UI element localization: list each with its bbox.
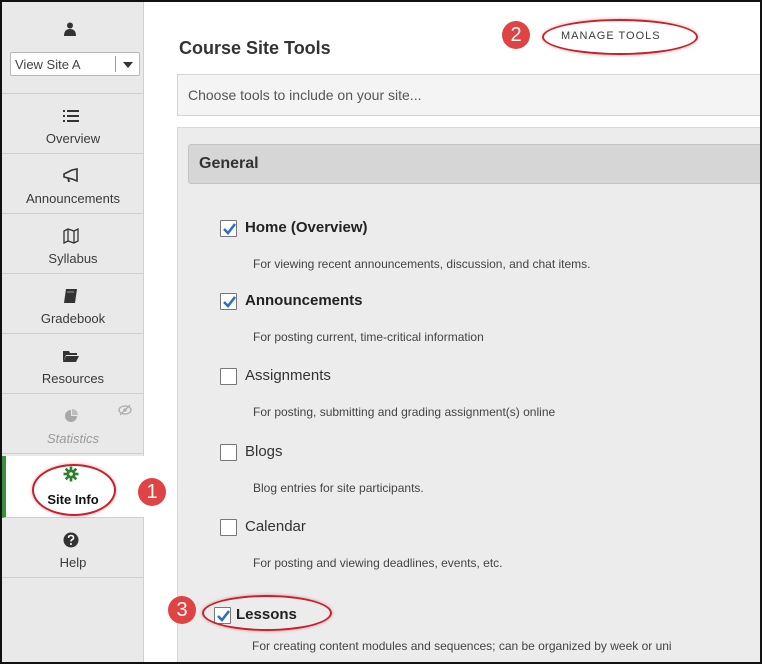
tool-description: For posting current, time-critical infor… xyxy=(253,330,484,344)
sidebar-item-gradebook[interactable]: Gradebook xyxy=(2,274,144,334)
tool-checkbox[interactable] xyxy=(220,444,237,461)
section-header: General xyxy=(188,144,760,184)
sidebar-item-site-info[interactable]: Site Info xyxy=(2,456,144,518)
tool-checkbox[interactable] xyxy=(214,607,231,624)
sidebar-item-label: Help xyxy=(59,555,87,570)
sidebar-item-resources[interactable]: Resources xyxy=(2,334,144,394)
sidebar-item-statistics[interactable]: Statistics xyxy=(2,394,144,454)
map-icon xyxy=(63,228,79,244)
gear-icon xyxy=(63,466,79,482)
sidebar-item-label: Site Info xyxy=(47,492,99,507)
sidebar-item-syllabus[interactable]: Syllabus xyxy=(2,214,144,274)
sidebar-item-label: Gradebook xyxy=(40,311,106,326)
sidebar-item-label: Syllabus xyxy=(48,251,98,266)
tool-checkbox[interactable] xyxy=(220,293,237,310)
tool-label: Announcements xyxy=(245,292,363,309)
question-icon xyxy=(63,532,79,548)
section-title: General xyxy=(199,155,259,172)
sidebar-item-label: Resources xyxy=(41,371,105,386)
page-title: Course Site Tools xyxy=(179,38,331,58)
tool-filter-prompt: Choose tools to include on your site... xyxy=(188,87,422,103)
site-select-divider xyxy=(115,56,116,72)
user-icon xyxy=(64,22,76,36)
tool-label: Assignments xyxy=(245,367,331,384)
megaphone-icon xyxy=(63,168,78,183)
sidebar-item-label: Overview xyxy=(45,131,101,146)
tool-label: Lessons xyxy=(236,606,297,623)
callout-badge: 2 xyxy=(502,21,530,49)
site-select-label: View Site A xyxy=(15,57,81,72)
callout-badge: 3 xyxy=(168,596,196,624)
tool-checkbox[interactable] xyxy=(220,220,237,237)
sidebar-item-label: Statistics xyxy=(46,431,99,446)
eye-slash-icon xyxy=(118,404,132,416)
tool-label: Calendar xyxy=(245,518,306,535)
book-icon xyxy=(64,289,77,303)
check-icon xyxy=(223,296,237,308)
tool-filter-bar[interactable]: Choose tools to include on your site... xyxy=(177,74,760,116)
check-icon xyxy=(223,223,237,235)
sidebar-item-announcements[interactable]: Announcements xyxy=(2,154,144,214)
tool-checkbox[interactable] xyxy=(220,368,237,385)
manage-tools-link[interactable]: MANAGE TOOLS xyxy=(555,27,667,45)
tool-sidebar: View Site A Overview Announcements Sylla… xyxy=(2,2,144,662)
sidebar-item-overview[interactable]: Overview xyxy=(2,94,144,154)
tool-description: For creating content modules and sequenc… xyxy=(252,639,672,653)
pie-chart-icon xyxy=(65,409,78,422)
app-frame: View Site A Overview Announcements Sylla… xyxy=(0,0,762,664)
tools-panel: General Home (Overview) For viewing rece… xyxy=(177,127,760,662)
tool-description: Blog entries for site participants. xyxy=(253,481,424,495)
sidebar-header: View Site A xyxy=(2,2,144,94)
tool-checkbox[interactable] xyxy=(220,519,237,536)
folder-icon xyxy=(63,351,79,362)
tool-description: For posting, submitting and grading assi… xyxy=(253,405,556,419)
check-icon xyxy=(217,610,231,622)
tool-label: Home (Overview) xyxy=(245,219,368,236)
callout-badge: 1 xyxy=(138,478,166,506)
tool-label: Blogs xyxy=(245,443,283,460)
sidebar-item-label: Announcements xyxy=(26,191,120,206)
chevron-down-icon[interactable] xyxy=(123,62,133,68)
main-content: Course Site Tools MANAGE TOOLS Choose to… xyxy=(145,2,760,662)
site-select[interactable]: View Site A xyxy=(10,52,140,76)
sidebar-item-help[interactable]: Help xyxy=(2,518,144,578)
tool-description: For posting and viewing deadlines, event… xyxy=(253,556,503,570)
tool-description: For viewing recent announcements, discus… xyxy=(253,257,591,271)
list-icon xyxy=(63,110,79,122)
